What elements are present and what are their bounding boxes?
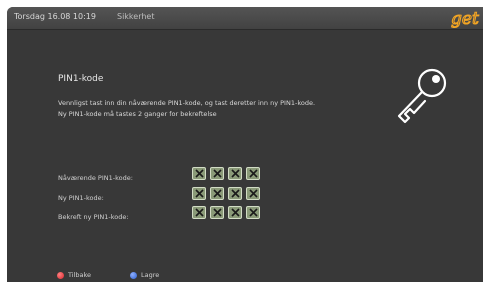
- datetime: Torsdag 16.08 10:19: [14, 12, 96, 21]
- confirm-pin-input[interactable]: [192, 206, 260, 219]
- footer-bar: Tilbake Lagre: [7, 269, 483, 282]
- current-pin-label: Nåværende PIN1-kode:: [58, 174, 133, 182]
- tv-screen: Torsdag 16.08 10:19 Sikkerhet get PIN1-k…: [7, 7, 483, 282]
- pin-digit-box[interactable]: [228, 187, 242, 200]
- current-pin-input[interactable]: [192, 167, 260, 180]
- section-title: Sikkerhet: [117, 12, 155, 21]
- x-icon: [248, 169, 258, 178]
- back-label: Tilbake: [68, 271, 92, 279]
- save-button[interactable]: Lagre: [130, 271, 159, 279]
- pin-digit-box[interactable]: [192, 206, 206, 219]
- back-button[interactable]: Tilbake: [57, 271, 91, 279]
- key-icon: [397, 68, 447, 124]
- x-icon: [230, 208, 240, 217]
- new-pin-label: Ny PIN1-kode:: [58, 194, 104, 202]
- x-icon: [194, 169, 204, 178]
- x-icon: [212, 169, 222, 178]
- top-bar: Torsdag 16.08 10:19 Sikkerhet get: [7, 7, 483, 30]
- x-icon: [212, 189, 222, 198]
- page-title: PIN1-kode: [58, 74, 104, 84]
- get-logo-icon: get: [450, 8, 479, 28]
- svg-text:get: get: [451, 9, 479, 28]
- x-icon: [248, 189, 258, 198]
- x-icon: [212, 208, 222, 217]
- pin-digit-box[interactable]: [246, 167, 260, 180]
- x-icon: [230, 189, 240, 198]
- pin-digit-box[interactable]: [246, 187, 260, 200]
- confirm-pin-label: Bekreft ny PIN1-kode:: [58, 213, 129, 221]
- x-icon: [230, 169, 240, 178]
- pin-digit-box[interactable]: [210, 206, 224, 219]
- pin-digit-box[interactable]: [210, 187, 224, 200]
- blue-button-icon: [130, 271, 137, 279]
- red-button-icon: [57, 271, 64, 279]
- pin-digit-box[interactable]: [228, 167, 242, 180]
- x-icon: [194, 189, 204, 198]
- pin-digit-box[interactable]: [192, 167, 206, 180]
- x-icon: [194, 208, 204, 217]
- new-pin-input[interactable]: [192, 187, 260, 200]
- pin-digit-box[interactable]: [246, 206, 260, 219]
- pin-digit-box[interactable]: [210, 167, 224, 180]
- pin-digit-box[interactable]: [192, 187, 206, 200]
- x-icon: [248, 208, 258, 217]
- pin-digit-box[interactable]: [228, 206, 242, 219]
- instruction-text: Vennligst tast inn din nåværende PIN1-ko…: [58, 99, 316, 118]
- save-label: Lagre: [141, 271, 160, 279]
